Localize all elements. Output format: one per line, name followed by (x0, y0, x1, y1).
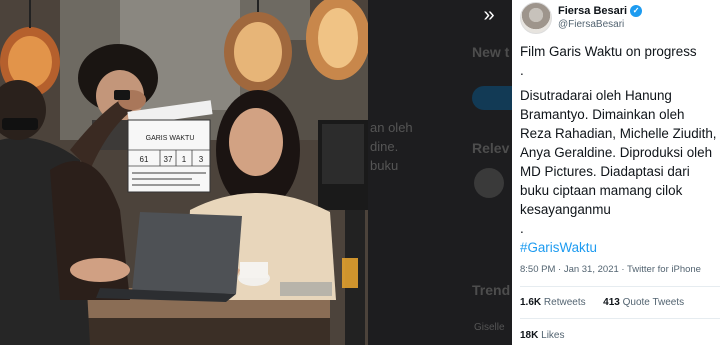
author-name-row[interactable]: Fiersa Besari ✓ (558, 5, 643, 17)
hashtag-link[interactable]: #GarisWaktu (520, 238, 718, 257)
background-page: New t an oleh dine. buku Relev Trend Gis… (368, 0, 512, 345)
likes-stat[interactable]: 18K Likes (520, 330, 565, 341)
clapper-number: 61 (140, 155, 149, 164)
clapper-title: GARIS WAKTU (146, 135, 195, 142)
clapper-number: 1 (182, 155, 187, 164)
divider (520, 286, 720, 287)
verified-badge-icon: ✓ (630, 5, 643, 17)
ghost-button (472, 86, 512, 110)
tweet-photo[interactable]: GARIS WAKTU 61 37 1 3 (0, 0, 368, 345)
likes-count: 18K (520, 330, 539, 341)
quote-tweets-label: Quote Tweets (622, 297, 685, 308)
divider (520, 318, 720, 319)
quote-tweets-stat[interactable]: 413 Quote Tweets (603, 297, 684, 308)
tweet-header: Fiersa Besari ✓ @FiersaBesari (520, 2, 716, 36)
tweet-panel: Fiersa Besari ✓ @FiersaBesari Film Garis… (512, 0, 720, 345)
expand-panel-button[interactable]: » (474, 2, 504, 30)
ghost-text: buku (370, 158, 399, 173)
likes-label: Likes (541, 330, 565, 341)
clapperboard: GARIS WAKTU 61 37 1 3 (127, 100, 213, 193)
film-set-scene: GARIS WAKTU 61 37 1 3 (0, 0, 368, 345)
ghost-text: Giselle (474, 322, 505, 333)
quote-tweets-count: 413 (603, 297, 620, 308)
ghost-text: Relev (472, 140, 510, 156)
tweet-text-line: Disutradarai oleh Hanung Bramantyo. Dima… (520, 88, 717, 236)
avatar[interactable] (520, 2, 552, 34)
tweet-text: Film Garis Waktu on progress . Disutrada… (520, 42, 718, 257)
retweets-label: Retweets (543, 297, 586, 308)
author-name[interactable]: Fiersa Besari (558, 5, 627, 17)
retweets-count: 1.6K (520, 297, 542, 308)
tweet-timestamp[interactable]: 8:50 PM · Jan 31, 2021 · Twitter for iPh… (520, 264, 701, 275)
ghost-text: an oleh (370, 120, 413, 135)
clapper-number: 3 (199, 155, 204, 164)
tweet-text-line: Film Garis Waktu on progress . (520, 44, 697, 78)
ghost-text: dine. (370, 139, 399, 154)
clapper-number: 37 (164, 155, 173, 164)
ghost-text: New t (472, 44, 510, 60)
retweets-stat[interactable]: 1.6K Retweets (520, 297, 586, 308)
chevrons-right-icon: » (483, 4, 495, 26)
ghost-text: Trend (472, 282, 511, 298)
ghost-avatar (474, 168, 504, 198)
author-handle[interactable]: @FiersaBesari (558, 19, 624, 30)
tweet-stats: 1.6K Retweets 413 Quote Tweets (520, 297, 684, 308)
